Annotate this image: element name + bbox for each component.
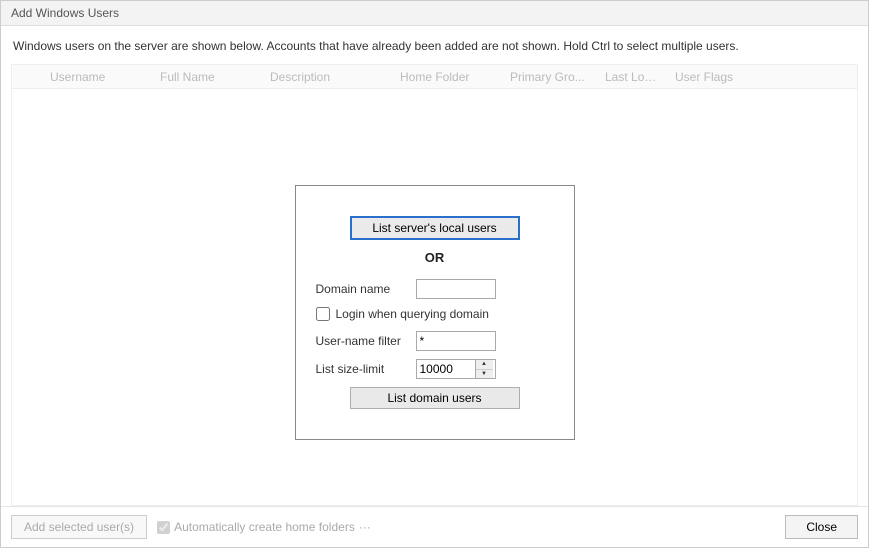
username-filter-input[interactable] xyxy=(416,331,496,351)
list-domain-users-button[interactable]: List domain users xyxy=(350,387,520,409)
login-querying-checkbox[interactable] xyxy=(316,307,330,321)
spinner-buttons: ▲ ▼ xyxy=(475,360,493,378)
list-size-limit-label: List size-limit xyxy=(316,362,408,376)
list-local-users-button[interactable]: List server's local users xyxy=(350,216,520,240)
domain-name-row: Domain name xyxy=(316,279,554,299)
username-filter-row: User-name filter xyxy=(316,331,554,351)
auto-create-dots: ··· xyxy=(359,520,371,534)
list-size-limit-input[interactable] xyxy=(417,360,475,378)
col-header-homefolder[interactable]: Home Folder xyxy=(392,70,502,84)
footer-bar: Add selected user(s) Automatically creat… xyxy=(1,506,868,547)
auto-create-label: Automatically create home folders xyxy=(174,520,355,534)
username-filter-label: User-name filter xyxy=(316,334,408,348)
close-button[interactable]: Close xyxy=(785,515,858,539)
add-selected-users-button[interactable]: Add selected user(s) xyxy=(11,515,147,539)
content-area: Windows users on the server are shown be… xyxy=(1,26,868,506)
list-size-limit-spinner: ▲ ▼ xyxy=(416,359,496,379)
col-header-userflags[interactable]: User Flags xyxy=(667,70,747,84)
auto-create-checkbox[interactable] xyxy=(157,521,170,534)
or-separator: OR xyxy=(316,250,554,265)
table-header-row: Username Full Name Description Home Fold… xyxy=(12,65,857,89)
instructions-text: Windows users on the server are shown be… xyxy=(11,36,858,56)
col-header-fullname[interactable]: Full Name xyxy=(152,70,262,84)
login-querying-label: Login when querying domain xyxy=(336,307,489,321)
spinner-down-button[interactable]: ▼ xyxy=(476,370,493,379)
spinner-up-button[interactable]: ▲ xyxy=(476,360,493,370)
col-header-description[interactable]: Description xyxy=(262,70,392,84)
col-header-primarygroup[interactable]: Primary Gro... xyxy=(502,70,597,84)
auto-create-wrapper: Automatically create home folders ··· xyxy=(157,520,371,534)
users-table-area: Username Full Name Description Home Fold… xyxy=(11,64,858,506)
list-size-limit-row: List size-limit ▲ ▼ xyxy=(316,359,554,379)
col-header-lastlogin[interactable]: Last Login xyxy=(597,70,667,84)
titlebar: Add Windows Users xyxy=(1,1,868,26)
domain-name-label: Domain name xyxy=(316,282,408,296)
window-title: Add Windows Users xyxy=(11,6,119,20)
col-header-username[interactable]: Username xyxy=(42,70,152,84)
add-windows-users-dialog: Add Windows Users Windows users on the s… xyxy=(0,0,869,548)
query-panel: List server's local users OR Domain name… xyxy=(295,185,575,440)
login-querying-row: Login when querying domain xyxy=(316,307,554,321)
domain-name-input[interactable] xyxy=(416,279,496,299)
